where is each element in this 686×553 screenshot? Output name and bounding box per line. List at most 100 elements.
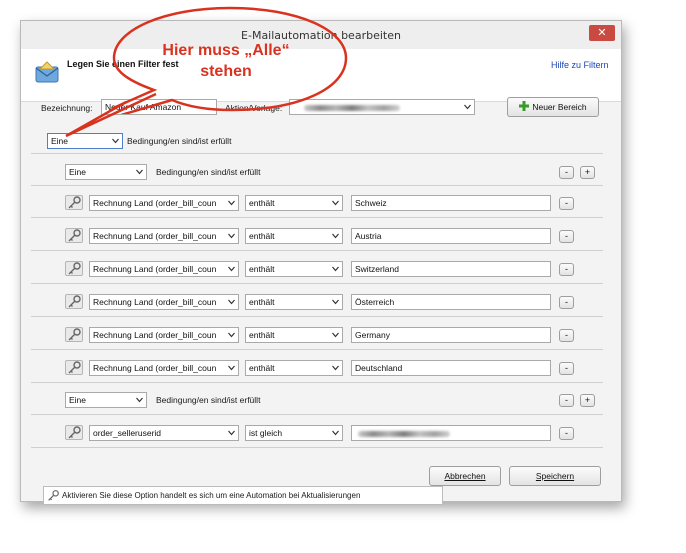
divider [31, 283, 603, 284]
field-select[interactable]: Rechnung Land (order_bill_coun [89, 294, 239, 310]
key-icon [68, 262, 81, 275]
key-icon [68, 328, 81, 341]
operator-select[interactable]: enthält [245, 195, 343, 211]
value-input[interactable]: Germany [351, 327, 551, 343]
redacted-value [358, 431, 450, 437]
key-icon-button[interactable] [65, 261, 83, 276]
row-remove-button[interactable]: - [559, 263, 574, 276]
group1-add-button[interactable]: + [580, 166, 595, 179]
group2-condition-value: Eine [69, 395, 87, 405]
chevron-down-icon [332, 365, 339, 371]
chevron-down-icon [332, 266, 339, 272]
field-value: Rechnung Land (order_bill_coun [93, 297, 217, 307]
chevron-down-icon [228, 200, 235, 206]
operator-value: enthält [249, 231, 275, 241]
divider [31, 447, 603, 448]
operator-select[interactable]: enthält [245, 261, 343, 277]
divider [31, 349, 603, 350]
operator-value: enthält [249, 198, 275, 208]
group2-value-input[interactable] [351, 425, 551, 441]
field-select[interactable]: Rechnung Land (order_bill_coun [89, 261, 239, 277]
key-icon-button[interactable] [65, 425, 83, 440]
automation-option-text: Aktivieren Sie diese Option handelt es s… [62, 491, 361, 500]
field-select[interactable]: Rechnung Land (order_bill_coun [89, 327, 239, 343]
chevron-down-icon [332, 233, 339, 239]
key-icon-button[interactable] [65, 294, 83, 309]
key-icon [68, 426, 81, 439]
key-icon [68, 196, 81, 209]
field-value: order_selleruserid [93, 428, 162, 438]
group2-remove-button[interactable]: - [559, 394, 574, 407]
group2-add-button[interactable]: + [580, 394, 595, 407]
chevron-down-icon [228, 266, 235, 272]
divider [31, 382, 603, 383]
row-remove-button[interactable]: - [559, 362, 574, 375]
annotation-text: Hier muss „Alle“ stehen [122, 40, 330, 82]
operator-select[interactable]: enthält [245, 327, 343, 343]
value-input[interactable]: Schweiz [351, 195, 551, 211]
group2-condition-text: Bedingung/en sind/ist erfüllt [156, 395, 261, 405]
chevron-down-icon [136, 169, 143, 175]
chevron-down-icon [228, 233, 235, 239]
row-remove-button[interactable]: - [559, 197, 574, 210]
key-icon-button[interactable] [65, 195, 83, 210]
group1-condition-select[interactable]: Eine [65, 164, 147, 180]
chevron-down-icon [332, 299, 339, 305]
new-area-label: Neuer Bereich [532, 102, 587, 112]
operator-select[interactable]: enthält [245, 228, 343, 244]
save-button[interactable]: Speichern [509, 466, 601, 486]
chevron-down-icon [332, 430, 339, 436]
key-icon-button[interactable] [65, 228, 83, 243]
group2-operator-select[interactable]: ist gleich [245, 425, 343, 441]
chevron-down-icon [136, 397, 143, 403]
chevron-down-icon [332, 200, 339, 206]
group2-field-select[interactable]: order_selleruserid [89, 425, 239, 441]
group2-row-remove-button[interactable]: - [559, 427, 574, 440]
group1-condition-text: Bedingung/en sind/ist erfüllt [156, 167, 261, 177]
chevron-down-icon [332, 332, 339, 338]
group1-remove-button[interactable]: - [559, 166, 574, 179]
group2-condition-select[interactable]: Eine [65, 392, 147, 408]
operator-value: enthält [249, 363, 275, 373]
divider [31, 217, 603, 218]
field-value: Rechnung Land (order_bill_coun [93, 198, 217, 208]
envelope-icon [35, 61, 59, 83]
key-icon [48, 490, 59, 501]
field-value: Rechnung Land (order_bill_coun [93, 231, 217, 241]
new-area-button[interactable]: Neuer Bereich [507, 97, 599, 117]
operator-value: enthält [249, 297, 275, 307]
operator-value: enthält [249, 264, 275, 274]
cancel-button[interactable]: Abbrechen [429, 466, 501, 486]
row-remove-button[interactable]: - [559, 329, 574, 342]
operator-select[interactable]: enthält [245, 294, 343, 310]
divider [31, 316, 603, 317]
value-input[interactable]: Austria [351, 228, 551, 244]
field-select[interactable]: Rechnung Land (order_bill_coun [89, 195, 239, 211]
close-button[interactable]: ✕ [589, 25, 615, 41]
field-select[interactable]: Rechnung Land (order_bill_coun [89, 228, 239, 244]
row-remove-button[interactable]: - [559, 296, 574, 309]
annotation-line-2: stehen [200, 63, 252, 80]
group1-condition-value: Eine [69, 167, 87, 177]
key-icon [68, 229, 81, 242]
divider [31, 185, 603, 186]
operator-value: enthält [249, 330, 275, 340]
value-input[interactable]: Deutschland [351, 360, 551, 376]
field-select[interactable]: Rechnung Land (order_bill_coun [89, 360, 239, 376]
operator-select[interactable]: enthält [245, 360, 343, 376]
plus-green-icon [519, 101, 530, 111]
row-remove-button[interactable]: - [559, 230, 574, 243]
chevron-down-icon [228, 365, 235, 371]
automation-option[interactable]: Aktivieren Sie diese Option handelt es s… [43, 486, 443, 505]
divider [31, 250, 603, 251]
key-icon-button[interactable] [65, 327, 83, 342]
divider [31, 414, 603, 415]
field-value: Rechnung Land (order_bill_coun [93, 330, 217, 340]
help-link[interactable]: Hilfe zu Filtern [551, 60, 609, 70]
value-input[interactable]: Switzerland [351, 261, 551, 277]
key-icon-button[interactable] [65, 360, 83, 375]
value-input[interactable]: Österreich [351, 294, 551, 310]
annotation-line-1: Hier muss „Alle“ [162, 42, 290, 59]
divider [31, 153, 603, 154]
operator-value: ist gleich [249, 428, 283, 438]
